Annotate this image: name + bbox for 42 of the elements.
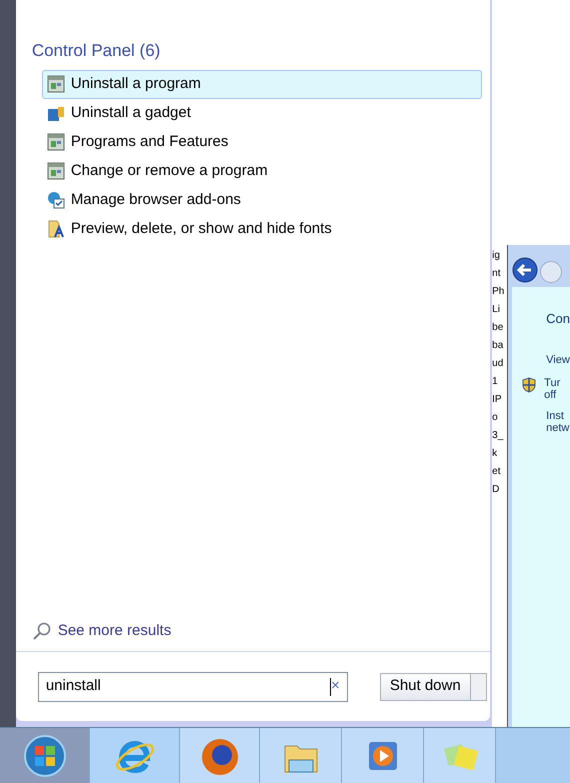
window-link[interactable]: netw bbox=[546, 422, 570, 434]
search-result-item[interactable]: Manage browser add-ons bbox=[42, 186, 482, 214]
shut-down-options-button[interactable] bbox=[470, 672, 487, 700]
document-text: D bbox=[492, 483, 500, 497]
group-title: Control Panel (6) bbox=[30, 40, 162, 62]
window-link[interactable]: Inst bbox=[546, 410, 570, 422]
shield-icon bbox=[522, 377, 536, 393]
document-text: k bbox=[492, 447, 498, 461]
search-text: uninstall bbox=[46, 676, 102, 696]
document-text: ud bbox=[492, 357, 504, 371]
start-orb-icon[interactable] bbox=[22, 734, 66, 778]
document-text: IP bbox=[492, 393, 502, 407]
see-more-results-link[interactable]: See more results bbox=[58, 620, 172, 642]
document-text: Ph bbox=[492, 285, 504, 299]
search-result-item[interactable]: Uninstall a gadget bbox=[42, 98, 482, 128]
program-window-icon bbox=[46, 75, 65, 93]
program-window-icon bbox=[46, 162, 65, 180]
search-result-item[interactable]: Preview, delete, or show and hide fonts bbox=[42, 214, 482, 244]
clear-search-button[interactable]: × bbox=[331, 675, 340, 698]
search-field[interactable]: uninstall × bbox=[38, 672, 348, 702]
document-text: ba bbox=[492, 339, 504, 353]
document-text: et bbox=[492, 465, 500, 479]
document-text: Li bbox=[492, 303, 500, 317]
document-text: 1 bbox=[492, 375, 498, 389]
program-window-icon bbox=[46, 133, 65, 151]
font-folder-icon bbox=[46, 220, 65, 238]
window-link[interactable]: Tur bbox=[544, 377, 560, 389]
search-icon bbox=[32, 621, 52, 641]
gadget-icon bbox=[46, 104, 65, 122]
window-text: Con bbox=[546, 310, 570, 328]
document-text: be bbox=[492, 321, 504, 335]
document-text: o bbox=[492, 411, 498, 425]
globe-checklist-icon bbox=[46, 191, 65, 209]
search-result-item[interactable]: Programs and Features bbox=[42, 128, 482, 156]
document-text: nt bbox=[492, 267, 500, 281]
window-link[interactable]: View bbox=[546, 352, 570, 368]
shut-down-button[interactable]: Shut down bbox=[380, 672, 471, 700]
search-result-item[interactable]: Uninstall a program bbox=[42, 70, 482, 98]
window-link[interactable]: off bbox=[544, 389, 560, 401]
search-result-item[interactable]: Change or remove a program bbox=[42, 156, 482, 186]
document-text: ig bbox=[492, 249, 500, 263]
document-text: 3_ bbox=[492, 429, 504, 443]
